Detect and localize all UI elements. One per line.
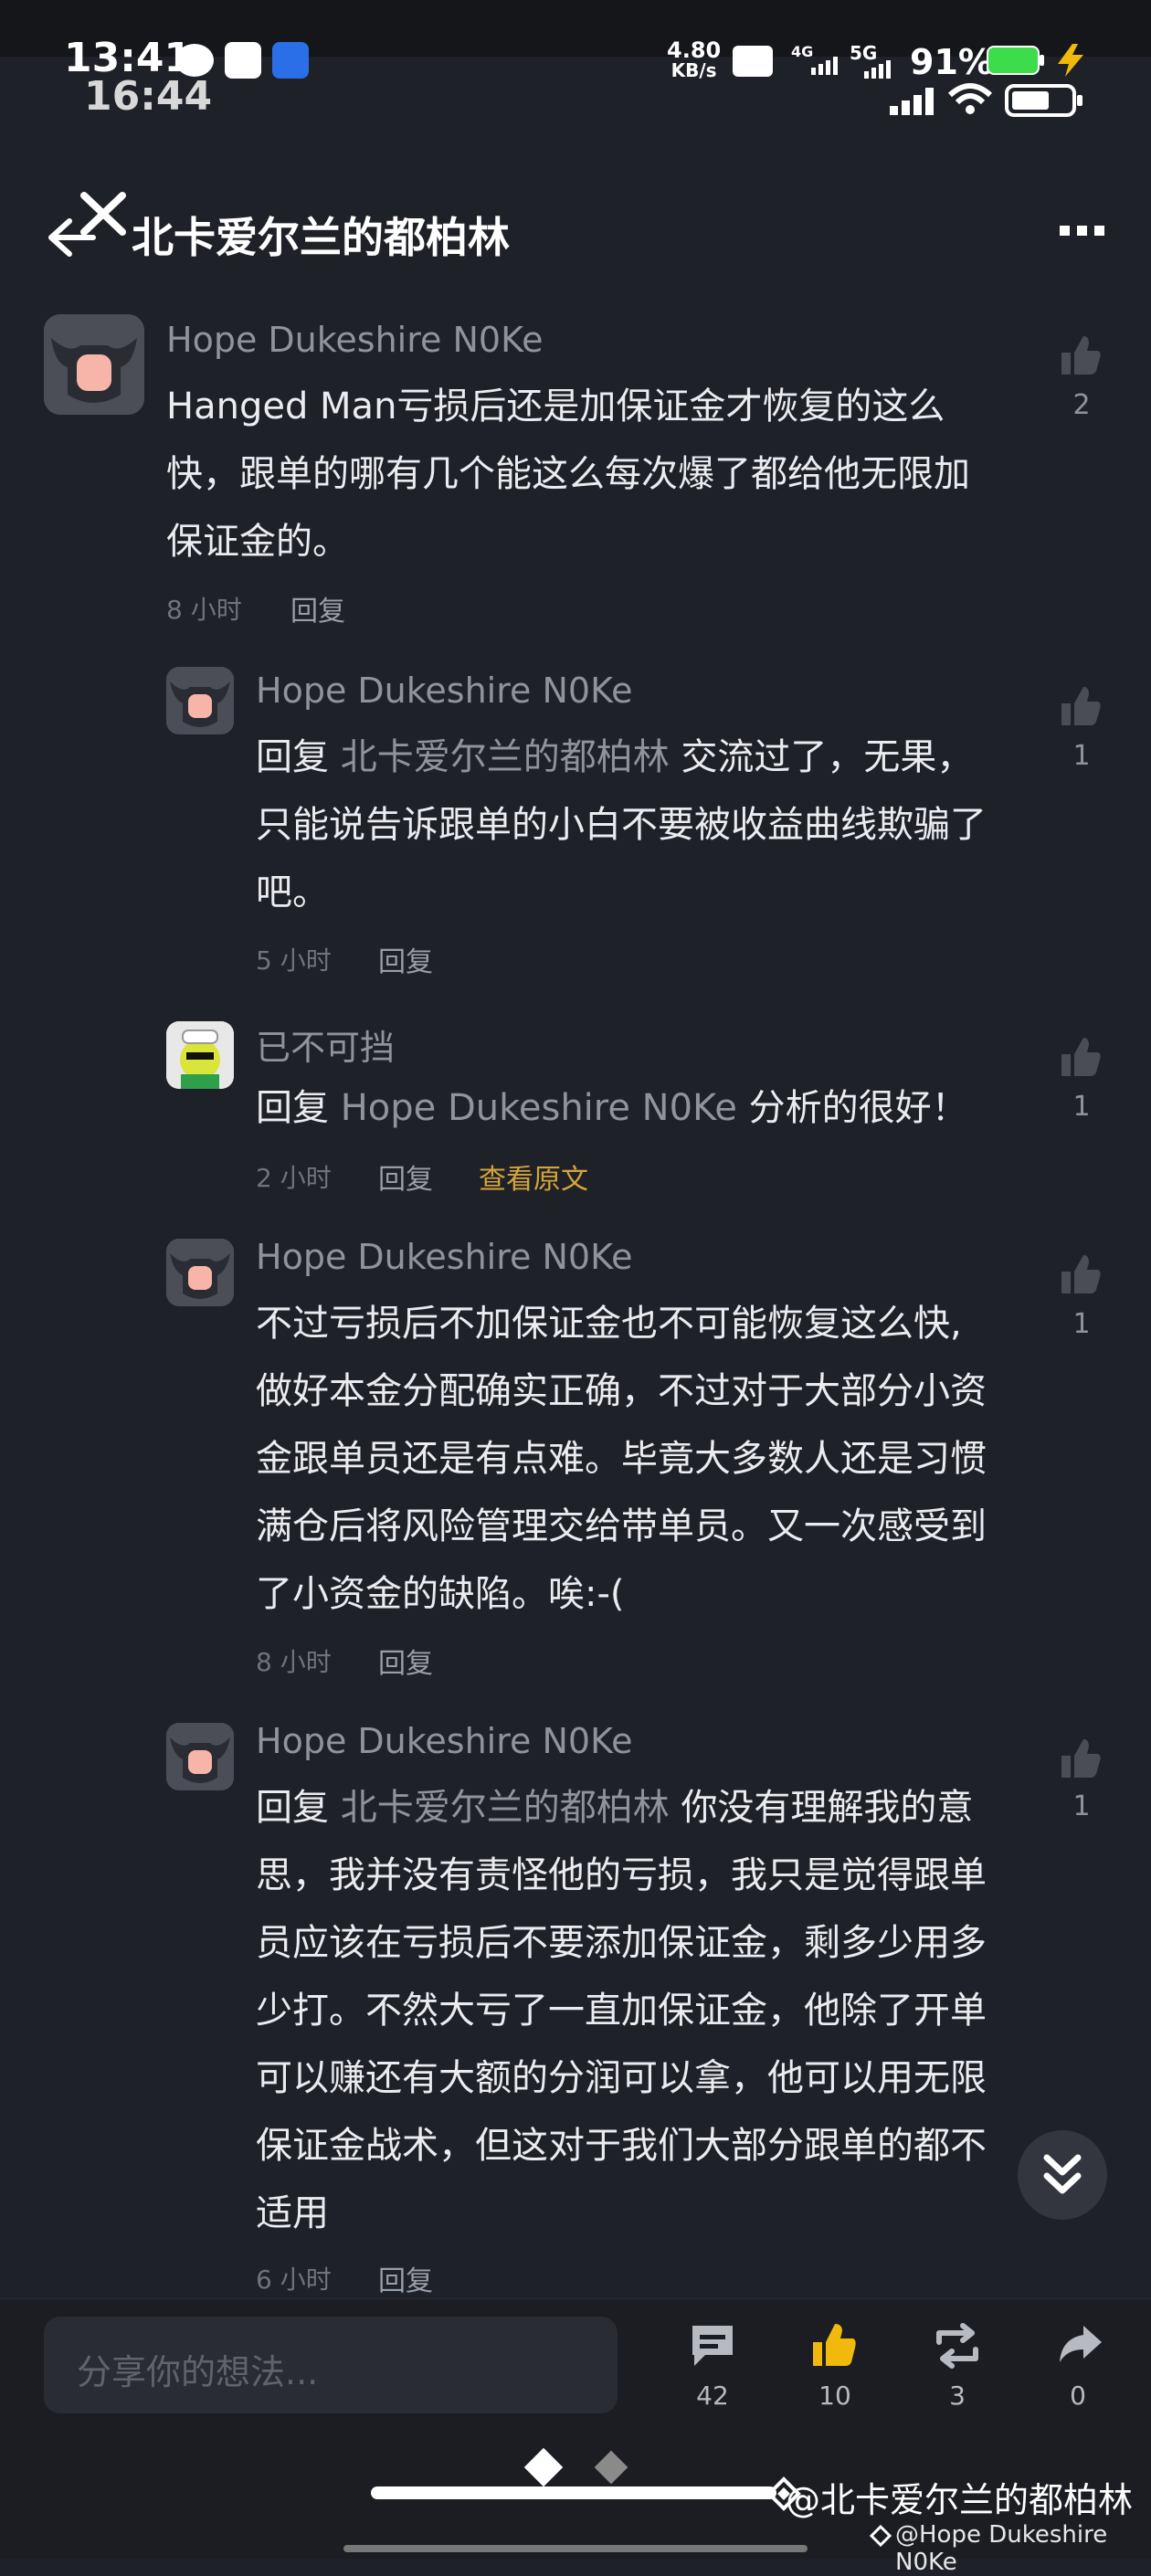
- avatar[interactable]: [166, 1021, 234, 1089]
- comment-icon[interactable]: [689, 2322, 736, 2370]
- watermark-subtext: @Hope Dukeshire N0Ke: [895, 2521, 1108, 2576]
- comment-line: Hanged Man亏损后还是加保证金才恢复的这么: [166, 385, 945, 428]
- comment-line: 适用: [256, 2192, 329, 2234]
- comment-line: 员应该在亏损后不要添加保证金，剩多少用多: [256, 1922, 987, 1964]
- like-count: 1: [1072, 740, 1091, 772]
- network-speed: 4.80: [667, 37, 722, 63]
- like-icon[interactable]: [1058, 1034, 1103, 1080]
- comment-line: 了小资金的缺陷。唉:-(: [256, 1573, 625, 1615]
- comment-line: 保证金战术，但这对于我们大部分跟单的都不: [256, 2125, 987, 2167]
- reply-button[interactable]: 回复: [378, 939, 433, 979]
- comment-time: 8 小时: [166, 595, 242, 625]
- like-active-icon[interactable]: [809, 2320, 859, 2370]
- inner-status-time: 16:44: [84, 73, 213, 120]
- comment-line: 快，跟单的哪有几个能这么每次爆了都给他无限加: [166, 453, 970, 495]
- comment-author[interactable]: Hope Dukeshire N0Ke: [256, 1721, 632, 1761]
- scroll-to-bottom-button[interactable]: [1018, 2130, 1107, 2220]
- comment-line: 吧。: [256, 871, 329, 913]
- comment-line: 少打。不然大亏了一直加保证金，他除了开单: [256, 1990, 987, 2032]
- home-indicator: [343, 2545, 808, 2552]
- avatar[interactable]: [44, 314, 144, 415]
- comment-body: 不过亏损后不加保证金也不可能恢复这么快, 做好本金分配确实正确，不过对于大部分小…: [256, 1290, 1041, 1628]
- inner-status-icons: [890, 79, 1100, 121]
- comment-line: 回复 北卡爱尔兰的都柏林 你没有理解我的意: [256, 1774, 1041, 1842]
- like-icon[interactable]: [1058, 1251, 1103, 1297]
- qq-icon: [225, 42, 261, 79]
- reply-button[interactable]: 回复: [290, 588, 345, 628]
- reply-to-user[interactable]: Hope Dukeshire N0Ke: [341, 1087, 737, 1129]
- like-count: 1: [1072, 1308, 1091, 1340]
- alipay-icon: [272, 42, 309, 79]
- avatar[interactable]: [166, 667, 234, 734]
- comment-author[interactable]: Hope Dukeshire N0Ke: [166, 320, 543, 360]
- comment-time: 2 小时: [256, 1163, 332, 1193]
- comment-text: 分析的很好！: [748, 1087, 968, 1129]
- double-chevron-down-icon: [1043, 2154, 1082, 2194]
- battery-icon: [987, 46, 1045, 75]
- comment-text: 交流过了，无果，: [681, 736, 974, 778]
- like-icon[interactable]: [1058, 333, 1103, 378]
- comment-time: 5 小时: [256, 945, 332, 976]
- comment-line: 不过亏损后不加保证金也不可能恢复这么快,: [256, 1303, 962, 1345]
- like-icon[interactable]: [1058, 1736, 1103, 1781]
- reply-to-user[interactable]: 北卡爱尔兰的都柏林: [341, 1787, 670, 1829]
- avatar[interactable]: [166, 1239, 234, 1306]
- like-icon[interactable]: [1058, 683, 1103, 729]
- repost-icon[interactable]: [932, 2322, 983, 2370]
- comment-line: 可以赚还有大额的分润可以拿，他可以用无限: [256, 2057, 987, 2099]
- comment-line: 金跟单员还是有点难。毕竟大多数人还是习惯: [256, 1438, 987, 1480]
- reply-button[interactable]: 回复: [378, 2258, 433, 2298]
- reply-to-user[interactable]: 北卡爱尔兰的都柏林: [341, 736, 670, 778]
- page-title: 北卡爱尔兰的都柏林: [132, 213, 510, 262]
- watermark-small-logo-icon: [869, 2524, 892, 2548]
- like-count: 1: [1072, 1790, 1091, 1822]
- comment-body: Hanged Man亏损后还是加保证金才恢复的这么 快，跟单的哪有几个能这么每次…: [166, 373, 1043, 575]
- charging-icon: [1052, 42, 1089, 79]
- gesture-nav-bar[interactable]: [371, 2486, 776, 2499]
- hd-icon: [733, 46, 773, 77]
- comment-body: 回复 Hope Dukeshire N0Ke 分析的很好！: [256, 1074, 1041, 1142]
- likes-count: 10: [818, 2381, 851, 2411]
- comment-text: 你没有理解我的意: [681, 1787, 974, 1829]
- comment-line: 只能说告诉跟单的小白不要被收益曲线欺骗了: [256, 804, 987, 846]
- reply-prefix: 回复: [256, 736, 329, 778]
- reposts-count: 3: [949, 2381, 966, 2411]
- comment-time: 6 小时: [256, 2265, 332, 2295]
- signal-5g-icon: [851, 60, 897, 79]
- comment-line: 做好本金分配确实正确，不过对于大部分小资: [256, 1370, 987, 1412]
- comment-author[interactable]: Hope Dukeshire N0Ke: [256, 670, 632, 711]
- comment-line: 回复 Hope Dukeshire N0Ke 分析的很好！: [256, 1074, 1041, 1142]
- comment-line: 满仓后将风险管理交给带单员。又一次感受到: [256, 1505, 987, 1547]
- comment-input-placeholder: 分享你的想法...: [77, 2352, 319, 2392]
- comment-time: 8 小时: [256, 1647, 332, 1677]
- like-count: 1: [1072, 1091, 1091, 1123]
- view-original-link[interactable]: 查看原文: [479, 1156, 588, 1197]
- reply-button[interactable]: 回复: [378, 1641, 433, 1681]
- signal-4g-icon: 4G: [791, 43, 839, 77]
- back-close-icon[interactable]: [46, 192, 128, 265]
- reply-button[interactable]: 回复: [378, 1156, 433, 1197]
- comment-author[interactable]: Hope Dukeshire N0Ke: [256, 1237, 632, 1277]
- comments-count: 42: [696, 2381, 729, 2411]
- like-count: 2: [1072, 389, 1091, 421]
- shares-count: 0: [1070, 2381, 1086, 2411]
- comment-body: 回复 北卡爱尔兰的都柏林 你没有理解我的意 思，我并没有责怪他的亏损，我只是觉得…: [256, 1774, 1041, 2247]
- reply-prefix: 回复: [256, 1787, 329, 1829]
- battery-percent: 91%: [910, 42, 993, 82]
- comment-body: 回复 北卡爱尔兰的都柏林 交流过了，无果， 只能说告诉跟单的小白不要被收益曲线欺…: [256, 723, 1041, 926]
- svg-text:4G: 4G: [791, 44, 813, 60]
- avatar[interactable]: [166, 1723, 234, 1790]
- comment-line: 思，我并没有责怪他的亏损，我只是觉得跟单: [256, 1854, 987, 1896]
- watermark-text: @北卡爱尔兰的都柏林: [786, 2480, 1134, 2520]
- comment-line: 保证金的。: [166, 521, 349, 563]
- network-unit: KB/s: [671, 59, 717, 81]
- comment-line: 回复 北卡爱尔兰的都柏林 交流过了，无果，: [256, 723, 1041, 791]
- share-icon[interactable]: [1056, 2322, 1103, 2366]
- message-icon: [175, 44, 214, 77]
- comment-author[interactable]: 已不可挡: [256, 1019, 395, 1070]
- reply-prefix: 回复: [256, 1087, 329, 1129]
- more-options-icon[interactable]: [1060, 223, 1105, 236]
